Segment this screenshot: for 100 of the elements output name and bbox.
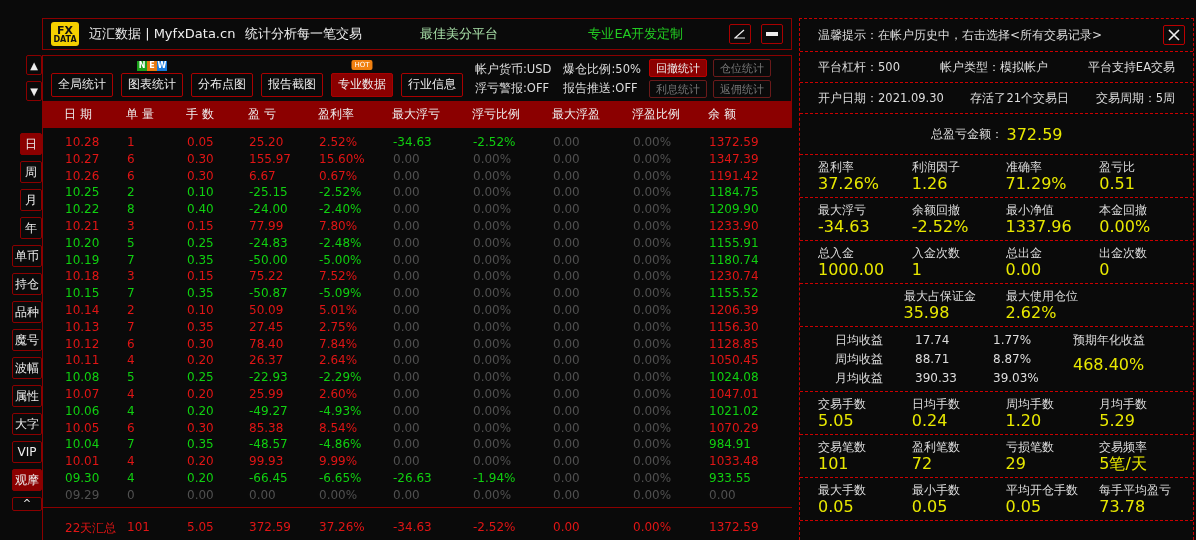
sidebar-button[interactable]: VIP bbox=[12, 441, 42, 463]
total-value: 372.59 bbox=[1006, 124, 1063, 144]
stat-value: -2.52% bbox=[911, 217, 969, 236]
stat-value: 0.05 bbox=[818, 497, 854, 516]
table-cell-text: 3 bbox=[127, 218, 136, 235]
stat-label: 月均手数 bbox=[1099, 397, 1148, 411]
minimize-button[interactable] bbox=[761, 24, 783, 44]
toolbar-tab[interactable]: 分布点图 bbox=[191, 72, 253, 97]
table-cell-text: 0.00% bbox=[633, 402, 673, 420]
summary-cell-text: -34.63 bbox=[393, 520, 433, 536]
average-amount: 390.33 bbox=[915, 371, 958, 385]
table-cell-text: -2.52% bbox=[319, 184, 363, 202]
table-cell-text: 0.00 bbox=[709, 486, 737, 504]
table-cell-text: 0.00 bbox=[553, 402, 581, 420]
table-cell-text: 10.07 bbox=[65, 385, 101, 403]
sidebar-button[interactable]: 持仓 bbox=[12, 273, 42, 295]
table-cell-text: 0.00% bbox=[473, 150, 513, 168]
toolbar-tab[interactable]: 报告截图 bbox=[261, 72, 323, 97]
new-badge: N bbox=[137, 60, 147, 71]
slogan: 最佳美分平台 bbox=[420, 25, 499, 43]
table-cell-text: 0.00 bbox=[553, 385, 581, 403]
stat-label: 平均开仓手数 bbox=[1005, 483, 1078, 497]
angle-button[interactable] bbox=[729, 24, 751, 44]
account-detail: 存活了21个交易日 bbox=[970, 90, 1070, 106]
column-header: 盈利率 bbox=[318, 106, 355, 123]
table-cell-text: 5 bbox=[127, 369, 136, 386]
sidebar-button[interactable]: 品种 bbox=[12, 301, 42, 323]
table-cell-text: 0.00% bbox=[633, 469, 673, 487]
sidebar-button[interactable]: 观摩 bbox=[12, 469, 42, 491]
column-header: 浮盈比例 bbox=[632, 106, 681, 123]
toolbar-tab[interactable]: 图表统计 bbox=[121, 72, 183, 97]
period-tab[interactable]: 周 bbox=[20, 161, 42, 183]
stats-button[interactable]: 回撤统计 bbox=[648, 59, 707, 77]
period-tab[interactable]: 月 bbox=[20, 189, 42, 211]
collapse-button[interactable]: ^ bbox=[12, 497, 42, 511]
table-cell-text: -49.27 bbox=[249, 402, 289, 420]
table-cell-text: -26.63 bbox=[393, 469, 433, 487]
sidebar-button[interactable]: 大字 bbox=[12, 413, 42, 435]
summary-cell-text: 37.26% bbox=[319, 520, 366, 536]
table-cell-text: 0.00 bbox=[553, 234, 581, 252]
table-cell-text: 0.00 bbox=[393, 318, 421, 336]
stats-button[interactable]: 利息统计 bbox=[648, 80, 707, 98]
table-cell-text: 0.00% bbox=[319, 486, 359, 504]
table-cell-text: 0.00% bbox=[473, 402, 513, 420]
scroll-up-button[interactable]: ▲ bbox=[26, 55, 42, 75]
table-cell-text: 8.54% bbox=[319, 419, 359, 437]
table-cell-text: 0.00% bbox=[633, 150, 673, 168]
summary-cell-text: 22天汇总 bbox=[65, 520, 118, 537]
table-cell-text: 0.00 bbox=[393, 352, 421, 370]
toolbar-tab[interactable]: 行业信息 bbox=[401, 72, 463, 97]
sidebar-button[interactable]: 属性 bbox=[12, 385, 42, 407]
stat-value: 1337.96 bbox=[1005, 217, 1072, 236]
stat-label: 最大浮亏 bbox=[818, 203, 866, 217]
table-cell-text: 0.00 bbox=[553, 134, 581, 151]
table-cell-text: 1070.29 bbox=[709, 419, 760, 437]
stat-label: 出金次数 bbox=[1099, 246, 1148, 260]
table-cell-text: -50.87 bbox=[249, 285, 289, 302]
table-cell-text: 0.00 bbox=[553, 469, 581, 487]
table-cell-text: -1.94% bbox=[473, 469, 517, 487]
table-cell-text: 933.55 bbox=[709, 469, 752, 487]
average-label: 日均收益 bbox=[835, 333, 884, 347]
table-cell-text: 5.01% bbox=[319, 301, 359, 319]
table-cell-text: 10.01 bbox=[65, 453, 101, 470]
average-percent: 1.77% bbox=[993, 333, 1033, 347]
table-cell-text: 0.35 bbox=[187, 251, 215, 269]
toolbar-tab[interactable]: 专业数据 bbox=[331, 72, 393, 97]
stats-button[interactable]: 返佣统计 bbox=[712, 80, 771, 98]
table-cell-text: 6.67 bbox=[249, 167, 277, 185]
table-cell-text: 0.00% bbox=[633, 419, 673, 437]
stat-label: 每手平均盈亏 bbox=[1099, 483, 1172, 497]
table-cell-text: 8 bbox=[127, 201, 136, 218]
column-header: 最大浮盈 bbox=[552, 106, 601, 123]
table-cell-text: 0.30 bbox=[187, 167, 215, 185]
new-badge: W bbox=[157, 60, 167, 71]
table-cell-text: 0.67% bbox=[319, 167, 359, 185]
period-tab[interactable]: 年 bbox=[20, 217, 42, 239]
close-button[interactable] bbox=[1163, 25, 1185, 45]
sidebar-button[interactable]: 波幅 bbox=[12, 357, 42, 379]
table-cell-text: 0.00 bbox=[553, 335, 581, 353]
sidebar-button[interactable]: 单币 bbox=[12, 245, 42, 267]
table-cell-text: 25.20 bbox=[249, 134, 285, 151]
table-cell-text: 0.00% bbox=[473, 453, 513, 470]
table-cell-text: 0.00% bbox=[473, 301, 513, 319]
table-cell-text: 0.20 bbox=[187, 385, 215, 403]
table-cell-text: 0.00% bbox=[633, 134, 673, 151]
stat-value: 1.26 bbox=[911, 174, 948, 193]
table-cell-text: 0.15 bbox=[187, 218, 215, 235]
scroll-down-button[interactable]: ▼ bbox=[26, 81, 42, 101]
stat-value: 0.51 bbox=[1099, 174, 1135, 193]
tagline: 统计分析每一笔交易 bbox=[245, 25, 363, 43]
period-tab[interactable]: 日 bbox=[20, 133, 42, 155]
sidebar-button[interactable]: 魔号 bbox=[12, 329, 42, 351]
table-cell-text: 0.40 bbox=[187, 201, 215, 218]
stat-label: 利润因子 bbox=[911, 160, 960, 174]
table-cell-text: -24.83 bbox=[249, 234, 289, 252]
table-cell-text: 77.99 bbox=[249, 218, 285, 235]
summary-cell-text: 0.00% bbox=[633, 520, 673, 536]
toolbar-tab[interactable]: 全局统计 bbox=[51, 72, 113, 97]
stat-label: 交易笔数 bbox=[818, 440, 866, 454]
stats-button[interactable]: 仓位统计 bbox=[712, 59, 771, 77]
